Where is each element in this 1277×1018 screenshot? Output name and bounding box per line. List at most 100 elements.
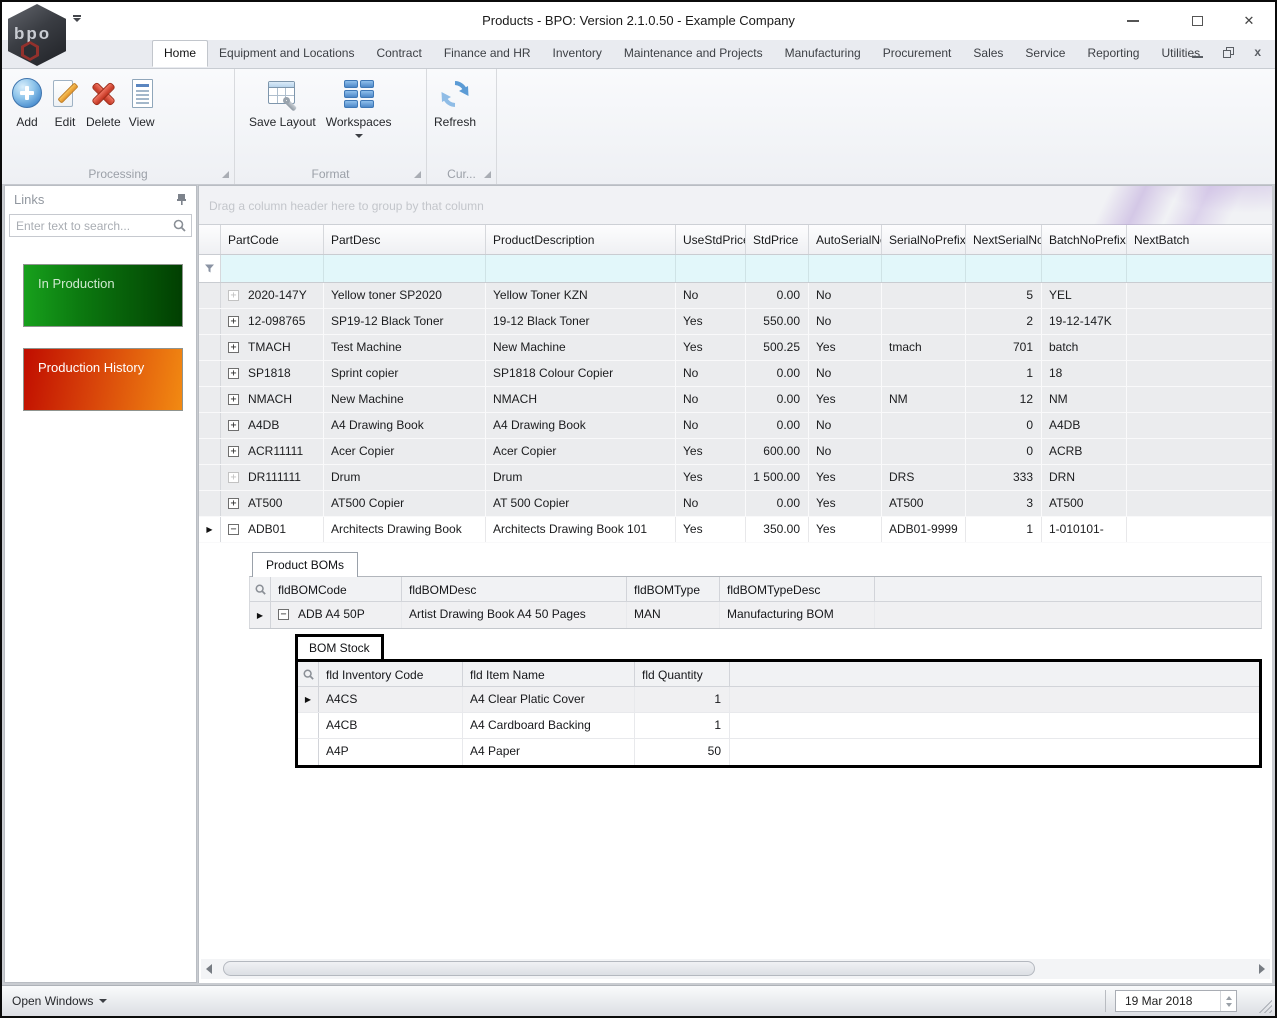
table-row[interactable]: +12-098765SP19-12 Black Toner19-12 Black… bbox=[199, 309, 1272, 335]
minimize-button[interactable] bbox=[1119, 10, 1147, 32]
cell-productdescription[interactable]: Yellow Toner KZN bbox=[486, 283, 676, 308]
cell-batchnoprefix[interactable]: ACRB bbox=[1042, 439, 1127, 464]
cell-batchnoprefix[interactable]: AT500 bbox=[1042, 491, 1127, 516]
cell-stdprice[interactable]: 600.00 bbox=[746, 439, 809, 464]
cell-fldbomtypedesc[interactable]: Manufacturing BOM bbox=[720, 602, 875, 628]
grid-search-icon-cell[interactable] bbox=[250, 577, 271, 601]
cell-serialnoprefix[interactable]: ADB01-9999 bbox=[882, 517, 966, 542]
cell-batchnoprefix[interactable]: NM bbox=[1042, 387, 1127, 412]
table-row[interactable]: +NMACHNew MachineNMACHNo0.00YesNM12NM bbox=[199, 387, 1272, 413]
cell-productdescription[interactable]: NMACH bbox=[486, 387, 676, 412]
group-by-band[interactable]: Drag a column header here to group by th… bbox=[199, 186, 1272, 225]
scrollbar-thumb[interactable] bbox=[223, 961, 1035, 976]
collapse-icon[interactable]: − bbox=[228, 524, 239, 535]
spin-down-icon[interactable] bbox=[1226, 1003, 1232, 1007]
expand-icon[interactable]: + bbox=[228, 472, 239, 483]
resize-grip[interactable] bbox=[1258, 999, 1272, 1013]
ribbon-tab-service[interactable]: Service bbox=[1014, 40, 1076, 65]
cell-partdesc[interactable]: SP19-12 Black Toner bbox=[324, 309, 486, 334]
filter-cell-productdescription[interactable] bbox=[486, 255, 676, 282]
save-layout-button[interactable]: Save Layout bbox=[249, 75, 316, 138]
column-header-fld-quantity[interactable]: fld Quantity bbox=[635, 662, 730, 686]
table-row[interactable]: +2020-147YYellow toner SP2020Yellow Tone… bbox=[199, 283, 1272, 309]
cell-nextserialno[interactable]: 701 bbox=[966, 335, 1042, 360]
workspaces-button[interactable]: Workspaces bbox=[326, 75, 392, 138]
grid-search-icon-cell[interactable] bbox=[298, 662, 319, 686]
table-row[interactable]: +DR111111DrumDrumYes1 500.00YesDRS333DRN bbox=[199, 465, 1272, 491]
column-header-fldbomtype[interactable]: fldBOMType bbox=[627, 577, 720, 601]
filter-cell-usestdprice[interactable] bbox=[676, 255, 746, 282]
cell-batchnoprefix[interactable]: batch bbox=[1042, 335, 1127, 360]
cell-stdprice[interactable]: 0.00 bbox=[746, 413, 809, 438]
cell-productdescription[interactable]: New Machine bbox=[486, 335, 676, 360]
ribbon-tab-manufacturing[interactable]: Manufacturing bbox=[774, 40, 872, 65]
column-header-serialnoprefix[interactable]: SerialNoPrefix bbox=[882, 225, 966, 254]
cell-nextbatch[interactable] bbox=[1127, 465, 1272, 490]
cell-serialnoprefix[interactable] bbox=[882, 283, 966, 308]
cell-nextserialno[interactable]: 2 bbox=[966, 309, 1042, 334]
column-header-partcode[interactable]: PartCode bbox=[221, 225, 324, 254]
cell-partdesc[interactable]: Acer Copier bbox=[324, 439, 486, 464]
cell-nextbatch[interactable] bbox=[1127, 283, 1272, 308]
cell-serialnoprefix[interactable]: DRS bbox=[882, 465, 966, 490]
cell-batchnoprefix[interactable]: 18 bbox=[1042, 361, 1127, 386]
ribbon-tab-equipment-and-locations[interactable]: Equipment and Locations bbox=[208, 40, 365, 65]
cell-partcode[interactable]: +DR111111 bbox=[221, 465, 324, 490]
cell-partdesc[interactable]: Architects Drawing Book bbox=[324, 517, 486, 542]
expand-icon[interactable]: + bbox=[228, 446, 239, 457]
mdi-minimize-icon[interactable] bbox=[1192, 56, 1203, 58]
cell-nextbatch[interactable] bbox=[1127, 439, 1272, 464]
cell-fldbomcode[interactable]: −ADB A4 50P bbox=[271, 602, 402, 628]
cell-autoserialno[interactable]: No bbox=[809, 309, 882, 334]
link-in-production[interactable]: In Production bbox=[23, 264, 183, 327]
cell-partdesc[interactable]: Drum bbox=[324, 465, 486, 490]
cell-nextbatch[interactable] bbox=[1127, 309, 1272, 334]
cell-partdesc[interactable]: New Machine bbox=[324, 387, 486, 412]
filter-cell-partdesc[interactable] bbox=[324, 255, 486, 282]
ribbon-tab-home[interactable]: Home bbox=[152, 40, 208, 67]
ribbon-tab-procurement[interactable]: Procurement bbox=[872, 40, 963, 65]
cell-usestdprice[interactable]: No bbox=[676, 491, 746, 516]
scroll-right-icon[interactable] bbox=[1259, 964, 1265, 974]
cell-autoserialno[interactable]: Yes bbox=[809, 387, 882, 412]
cell-stdprice[interactable]: 1 500.00 bbox=[746, 465, 809, 490]
column-header-partdesc[interactable]: PartDesc bbox=[324, 225, 486, 254]
cell-autoserialno[interactable]: No bbox=[809, 283, 882, 308]
mdi-close-icon[interactable]: x bbox=[1254, 47, 1261, 58]
table-row[interactable]: ▶A4CSA4 Clear Platic Cover1 bbox=[298, 687, 1259, 713]
filter-cell-stdprice[interactable] bbox=[746, 255, 809, 282]
cell-fld-quantity[interactable]: 1 bbox=[635, 687, 730, 712]
cell-stdprice[interactable]: 0.00 bbox=[746, 283, 809, 308]
filter-cell-partcode[interactable] bbox=[221, 255, 324, 282]
cell-usestdprice[interactable]: No bbox=[676, 361, 746, 386]
pin-icon[interactable] bbox=[176, 193, 187, 206]
cell-nextserialno[interactable]: 1 bbox=[966, 517, 1042, 542]
cell-partdesc[interactable]: AT500 Copier bbox=[324, 491, 486, 516]
cell-serialnoprefix[interactable]: NM bbox=[882, 387, 966, 412]
cell-fld-item-name[interactable]: A4 Cardboard Backing bbox=[463, 713, 635, 738]
filter-cell-serialnoprefix[interactable] bbox=[882, 255, 966, 282]
cell-fld-inventory-code[interactable]: A4CS bbox=[319, 687, 463, 712]
cell-partdesc[interactable]: A4 Drawing Book bbox=[324, 413, 486, 438]
cell-usestdprice[interactable]: Yes bbox=[676, 439, 746, 464]
expand-icon[interactable]: + bbox=[228, 394, 239, 405]
spin-up-icon[interactable] bbox=[1226, 996, 1232, 1000]
cell-fld-item-name[interactable]: A4 Clear Platic Cover bbox=[463, 687, 635, 712]
date-spinner[interactable] bbox=[1220, 991, 1236, 1011]
cell-fldbomtype[interactable]: MAN bbox=[627, 602, 720, 628]
cell-nextserialno[interactable]: 12 bbox=[966, 387, 1042, 412]
cell-serialnoprefix[interactable]: AT500 bbox=[882, 491, 966, 516]
column-header-nextserialno[interactable]: NextSerialNo bbox=[966, 225, 1042, 254]
expand-icon[interactable]: + bbox=[228, 420, 239, 431]
column-header-autoserialno[interactable]: AutoSerialNo bbox=[809, 225, 882, 254]
cell-productdescription[interactable]: A4 Drawing Book bbox=[486, 413, 676, 438]
dialog-launcher-icon[interactable] bbox=[222, 171, 229, 178]
cell-autoserialno[interactable]: Yes bbox=[809, 335, 882, 360]
cell-partcode[interactable]: −ADB01 bbox=[221, 517, 324, 542]
cell-partcode[interactable]: +12-098765 bbox=[221, 309, 324, 334]
cell-productdescription[interactable]: 19-12 Black Toner bbox=[486, 309, 676, 334]
cell-productdescription[interactable]: AT 500 Copier bbox=[486, 491, 676, 516]
cell-batchnoprefix[interactable]: DRN bbox=[1042, 465, 1127, 490]
table-row[interactable]: +A4DBA4 Drawing BookA4 Drawing BookNo0.0… bbox=[199, 413, 1272, 439]
cell-nextserialno[interactable]: 5 bbox=[966, 283, 1042, 308]
